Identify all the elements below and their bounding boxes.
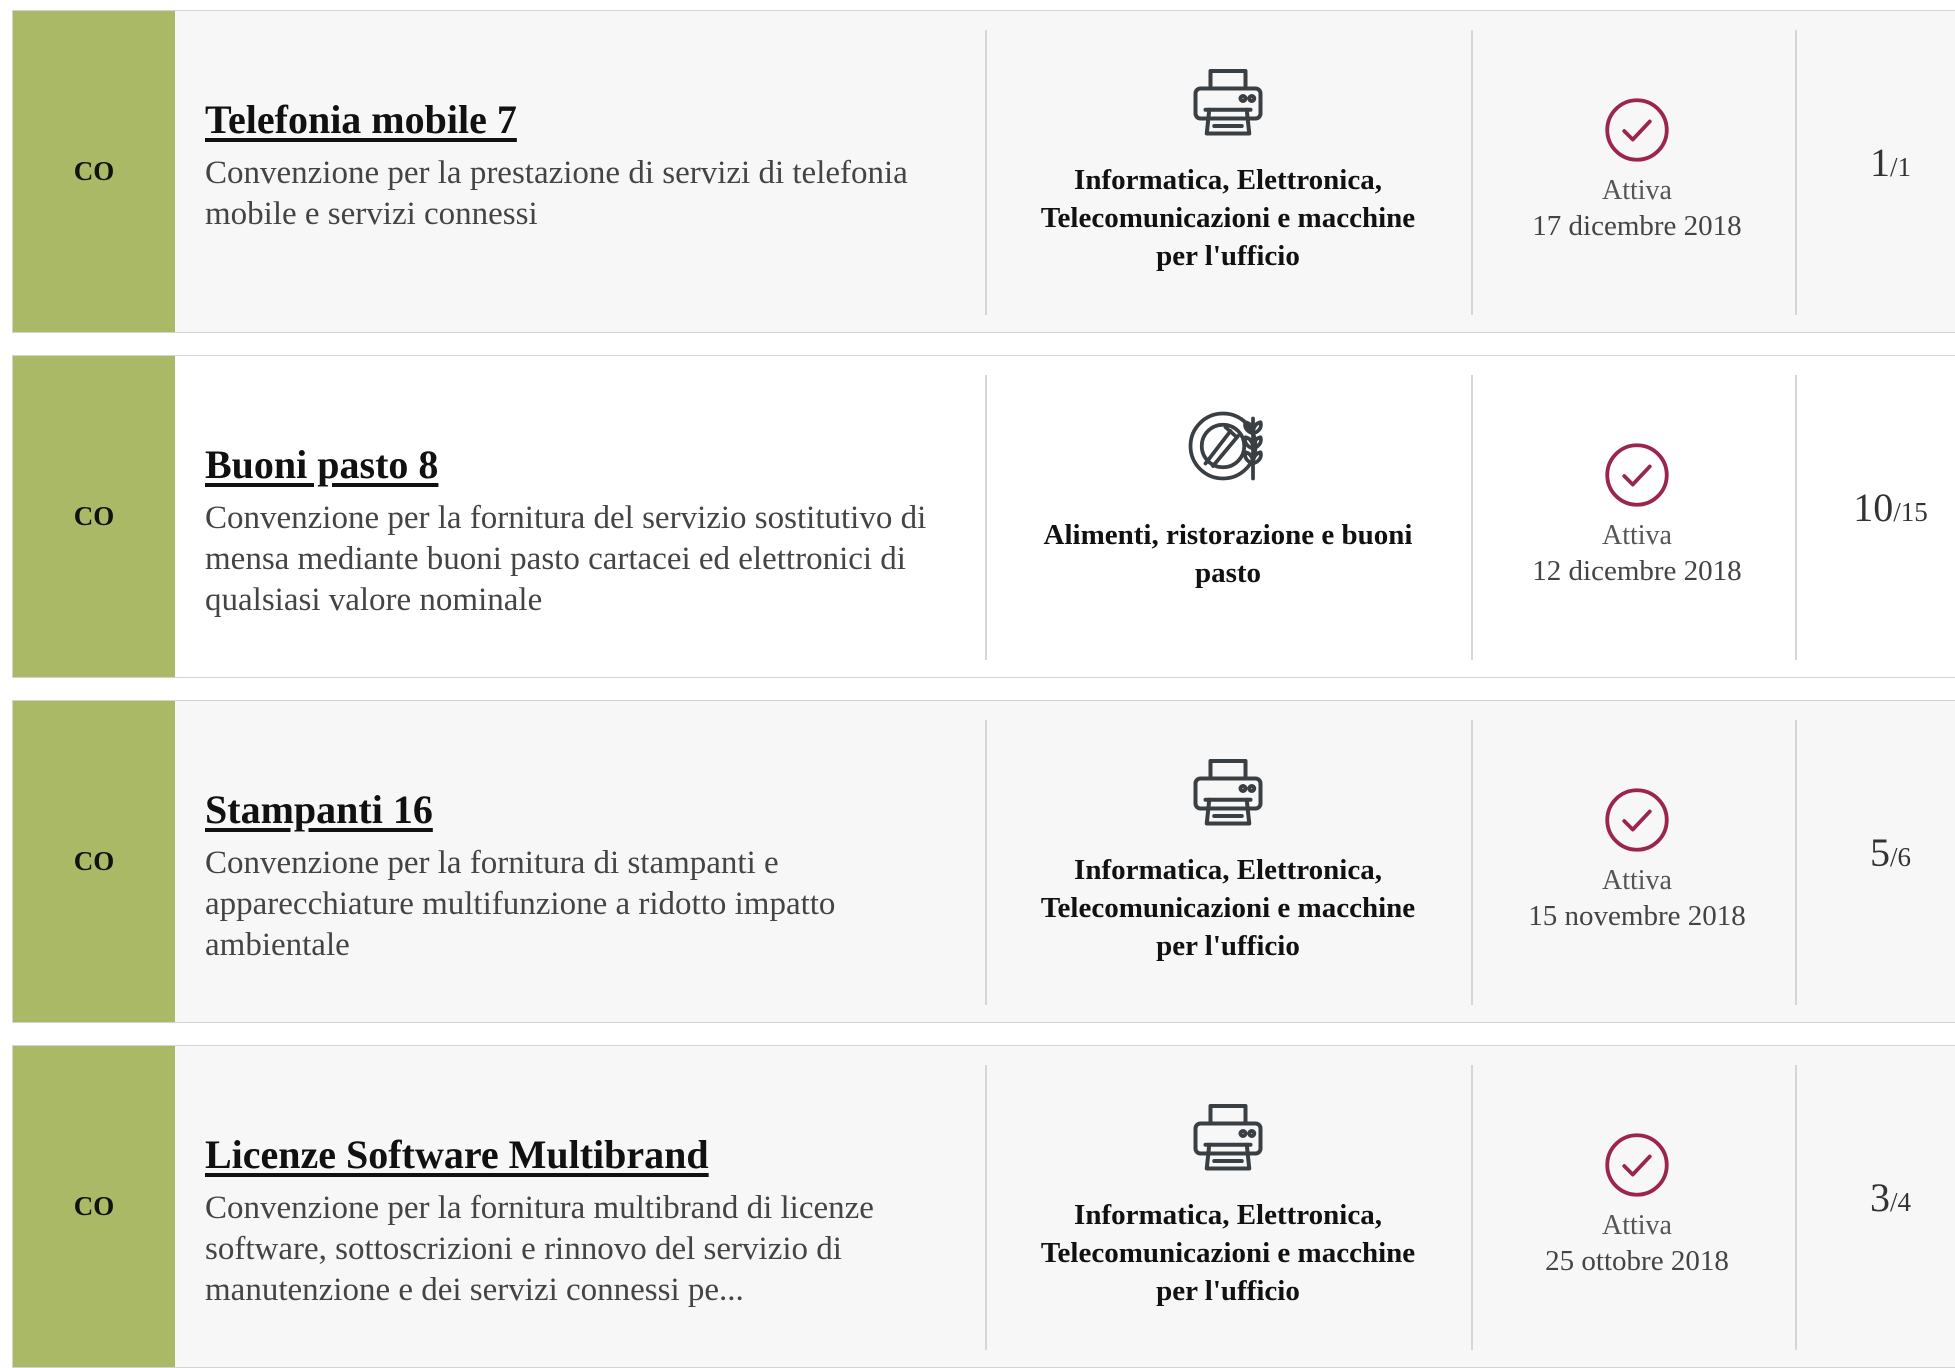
count-total: /15 (1893, 497, 1928, 527)
item-description: Convenzione per la fornitura di stampant… (205, 845, 836, 963)
check-circle-icon (1605, 1133, 1669, 1197)
item-description: Convenzione per la prestazione di serviz… (205, 155, 908, 232)
type-code: CO (73, 1191, 115, 1221)
list-item[interactable]: CO Buoni pasto 8 Convenzione per la forn… (12, 355, 1955, 678)
item-info: Licenze Software Multibrand Convenzione … (205, 1131, 965, 1311)
divider (985, 720, 987, 1005)
item-info: Telefonia mobile 7 Convenzione per la pr… (205, 96, 965, 235)
check-circle-icon (1605, 98, 1669, 162)
category-label: Informatica, Elettronica, Telecomunicazi… (1040, 164, 1416, 272)
lot-count: 5/6 (1813, 829, 1955, 876)
lot-count: 1/1 (1813, 139, 1955, 186)
status-label: Attiva (1602, 865, 1672, 896)
divider (985, 30, 987, 315)
item-info: Buoni pasto 8 Convenzione per la fornitu… (205, 441, 965, 621)
printer-icon (1193, 759, 1263, 826)
lot-count: 3/4 (1813, 1174, 1955, 1221)
count-total: /1 (1889, 152, 1911, 182)
type-badge: CO (13, 356, 175, 677)
status-cell: Attiva 17 dicembre 2018 (1487, 96, 1787, 244)
item-title-link[interactable]: Stampanti 16 (205, 786, 433, 833)
divider (1471, 1065, 1473, 1350)
count-current: 1 (1869, 140, 1890, 185)
count-current: 10 (1853, 485, 1894, 530)
item-title-link[interactable]: Buoni pasto 8 (205, 441, 438, 488)
divider (1471, 720, 1473, 1005)
type-code: CO (73, 156, 115, 186)
status-cell: Attiva 25 ottobre 2018 (1487, 1131, 1787, 1279)
divider (1795, 720, 1797, 1005)
check-circle-icon (1605, 788, 1669, 852)
category-label: Alimenti, ristorazione e buoni pasto (1043, 519, 1413, 589)
printer-icon (1193, 69, 1263, 136)
category-cell: Informatica, Elettronica, Telecomunicazi… (1018, 751, 1438, 965)
status-date: 15 novembre 2018 (1528, 900, 1746, 932)
type-badge: CO (13, 11, 175, 332)
divider (1795, 30, 1797, 315)
count-current: 3 (1869, 1175, 1890, 1220)
status-label: Attiva (1602, 520, 1672, 551)
divider (1471, 30, 1473, 315)
count-current: 5 (1869, 830, 1890, 875)
divider (985, 375, 987, 660)
category-label: Informatica, Elettronica, Telecomunicazi… (1040, 854, 1416, 962)
item-description: Convenzione per la fornitura del servizi… (205, 500, 927, 618)
status-date: 12 dicembre 2018 (1532, 555, 1742, 587)
status-cell: Attiva 12 dicembre 2018 (1487, 441, 1787, 589)
category-cell: Alimenti, ristorazione e buoni pasto (1018, 406, 1438, 592)
type-code: CO (73, 501, 115, 531)
count-total: /6 (1889, 842, 1911, 872)
item-title-link[interactable]: Telefonia mobile 7 (205, 96, 517, 143)
list-item[interactable]: CO Telefonia mobile 7 Convenzione per la… (12, 10, 1955, 333)
type-code: CO (73, 846, 115, 876)
item-info: Stampanti 16 Convenzione per la fornitur… (205, 786, 965, 966)
status-date: 17 dicembre 2018 (1532, 210, 1742, 242)
count-total: /4 (1889, 1187, 1911, 1217)
item-title-link[interactable]: Licenze Software Multibrand (205, 1131, 709, 1178)
category-cell: Informatica, Elettronica, Telecomunicazi… (1018, 61, 1438, 275)
type-badge: CO (13, 701, 175, 1022)
category-label: Informatica, Elettronica, Telecomunicazi… (1040, 1199, 1416, 1307)
status-cell: Attiva 15 novembre 2018 (1487, 786, 1787, 934)
divider (1471, 375, 1473, 660)
type-badge: CO (13, 1046, 175, 1367)
food-plate-icon (1188, 411, 1263, 481)
item-description: Convenzione per la fornitura multibrand … (205, 1190, 874, 1308)
printer-icon (1193, 1104, 1263, 1171)
check-circle-icon (1605, 443, 1669, 507)
divider (1795, 375, 1797, 660)
divider (1795, 1065, 1797, 1350)
list-item[interactable]: CO Licenze Software Multibrand Convenzio… (12, 1045, 1955, 1368)
divider (985, 1065, 987, 1350)
list-item[interactable]: CO Stampanti 16 Convenzione per la forni… (12, 700, 1955, 1023)
category-cell: Informatica, Elettronica, Telecomunicazi… (1018, 1096, 1438, 1310)
status-label: Attiva (1602, 1210, 1672, 1241)
status-label: Attiva (1602, 175, 1672, 206)
lot-count: 10/15 (1813, 484, 1955, 531)
status-date: 25 ottobre 2018 (1545, 1245, 1729, 1277)
